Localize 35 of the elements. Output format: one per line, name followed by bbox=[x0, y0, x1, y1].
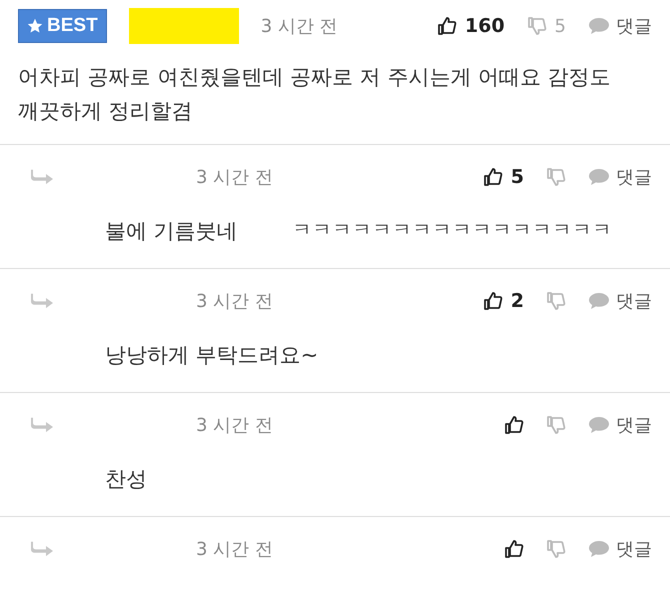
thumbs-down-icon[interactable] bbox=[546, 291, 566, 311]
thumbs-down-icon[interactable] bbox=[546, 415, 566, 435]
thumbs-down-icon[interactable] bbox=[546, 539, 566, 559]
speech-bubble-icon[interactable] bbox=[588, 168, 610, 186]
thumbs-down-icon[interactable] bbox=[546, 167, 566, 187]
thumbs-down-icon[interactable] bbox=[526, 16, 547, 36]
thumbs-up-icon[interactable] bbox=[482, 167, 503, 187]
speech-bubble-icon[interactable] bbox=[588, 416, 610, 434]
best-badge: BEST bbox=[18, 9, 107, 43]
timestamp: 3 시간 전 bbox=[260, 15, 339, 38]
thumbs-up-icon[interactable] bbox=[482, 291, 503, 311]
like-count: 5 bbox=[510, 166, 524, 188]
reply-text: 불에 기름붓네 bbox=[105, 218, 238, 245]
reply-button[interactable]: 댓글 bbox=[588, 537, 652, 561]
thumbs-up-icon[interactable] bbox=[436, 16, 457, 36]
speech-bubble-icon[interactable] bbox=[588, 17, 610, 35]
timestamp: 3 시간 전 bbox=[196, 538, 274, 561]
reply-text: 낭낭하게 부탁드려요~ bbox=[105, 342, 318, 369]
reply-button[interactable]: 댓글 bbox=[588, 165, 652, 189]
reply-button[interactable]: 댓글 bbox=[588, 413, 652, 437]
timestamp: 3 시간 전 bbox=[196, 166, 274, 189]
like-count: 160 bbox=[464, 15, 505, 37]
like-count: 2 bbox=[510, 290, 524, 312]
timestamp: 3 시간 전 bbox=[196, 414, 274, 437]
speech-bubble-icon[interactable] bbox=[588, 292, 610, 310]
thumbs-up-icon[interactable] bbox=[504, 539, 524, 559]
thumbs-up-icon[interactable] bbox=[504, 415, 524, 435]
reply-text: ㅋㅋㅋㅋㅋㅋㅋㅋㅋㅋㅋㅋㅋㅋㅋㅋ bbox=[292, 218, 613, 243]
reply-button[interactable]: 댓글 bbox=[588, 14, 652, 38]
speech-bubble-icon[interactable] bbox=[588, 540, 610, 558]
comment-text: 어차피 공짜로 여친줬을텐데 공짜로 저 주시는게 어때요 감정도 깨끗하게 정리할겸 bbox=[18, 64, 612, 125]
reply-button[interactable]: 댓글 bbox=[588, 289, 652, 313]
dislike-count: 5 bbox=[554, 16, 566, 36]
reply-text: 찬성 bbox=[105, 466, 147, 493]
timestamp: 3 시간 전 bbox=[196, 290, 274, 313]
